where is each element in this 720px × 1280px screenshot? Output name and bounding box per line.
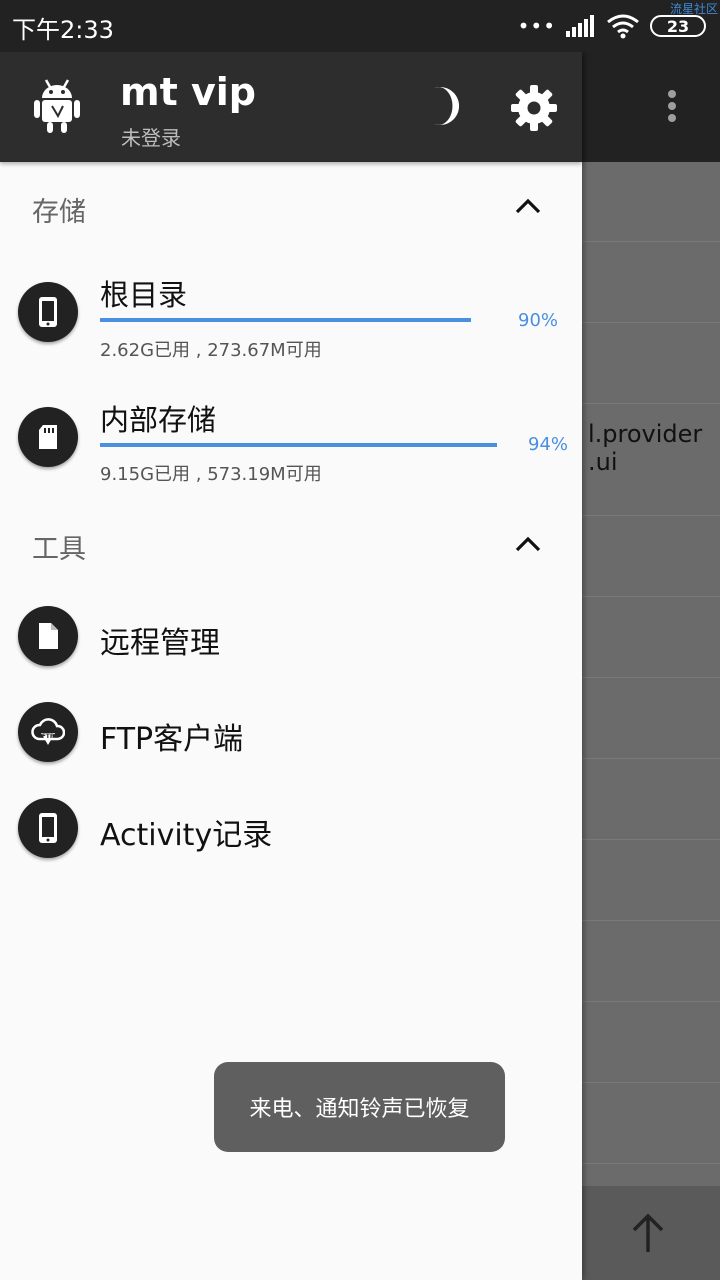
night-mode-moon-icon[interactable] xyxy=(420,84,464,128)
toast-text: 来电、通知铃声已恢复 xyxy=(249,1097,470,1122)
background-list-row[interactable] xyxy=(580,1002,720,1083)
storage-progress-bar xyxy=(100,443,522,447)
settings-gear-icon[interactable] xyxy=(510,84,558,132)
login-status[interactable]: 未登录 xyxy=(121,122,181,151)
chevron-up-icon[interactable] xyxy=(514,534,542,554)
storage-item-title: 根目录 xyxy=(100,278,188,312)
wifi-icon xyxy=(607,14,639,39)
arrow-up-icon[interactable] xyxy=(628,1212,668,1256)
svg-text:FTP: FTP xyxy=(42,733,55,740)
phone-icon xyxy=(18,798,78,858)
phone-icon xyxy=(18,282,78,342)
ftp-cloud-icon: FTP xyxy=(18,702,78,762)
background-list-text: l.provider xyxy=(588,420,703,448)
status-bar: 下午2:33 流星社区 ••• 23 xyxy=(0,0,720,52)
storage-progress-fill xyxy=(100,443,497,447)
background-list-row[interactable] xyxy=(580,921,720,1002)
android-logo-icon xyxy=(34,79,80,133)
storage-usage-text: 2.62G已用 , 273.67M可用 xyxy=(100,340,322,361)
storage-progress-bar xyxy=(100,318,512,322)
signal-icon xyxy=(566,15,594,37)
background-list-row[interactable] xyxy=(580,1083,720,1164)
app-name: mt vip xyxy=(120,70,256,114)
background-list-row[interactable] xyxy=(580,678,720,759)
tool-item-label: FTP客户端 xyxy=(100,722,244,757)
storage-percent-label: 90% xyxy=(518,310,559,331)
background-list-row[interactable] xyxy=(580,162,720,242)
background-list-row[interactable] xyxy=(580,597,720,678)
storage-progress-fill xyxy=(100,318,471,322)
storage-percent-label: 94% xyxy=(528,434,569,455)
background-list-row[interactable] xyxy=(580,840,720,921)
sd-card-icon xyxy=(18,407,78,467)
background-list-row[interactable] xyxy=(580,323,720,404)
chevron-up-icon[interactable] xyxy=(514,196,542,216)
background-list-row[interactable] xyxy=(580,242,720,323)
notification-dots-icon: ••• xyxy=(517,14,556,38)
storage-section-title: 存储 xyxy=(32,197,86,228)
tool-item-label: Activity记录 xyxy=(100,818,273,853)
file-icon xyxy=(18,606,78,666)
background-list-row[interactable] xyxy=(580,759,720,840)
status-icons: ••• 23 xyxy=(518,10,706,42)
more-vert-icon[interactable] xyxy=(658,86,686,126)
battery-icon: 23 xyxy=(650,15,706,37)
storage-item-title: 内部存储 xyxy=(100,403,217,437)
tool-item-label: 远程管理 xyxy=(100,626,220,661)
status-time: 下午2:33 xyxy=(12,16,114,44)
drawer-header: mt vip 未登录 xyxy=(0,52,582,162)
background-list-text: .ui xyxy=(588,448,618,476)
storage-usage-text: 9.15G已用 , 573.19M可用 xyxy=(100,464,322,485)
tools-section-title: 工具 xyxy=(32,534,86,565)
battery-level: 23 xyxy=(666,16,690,36)
toast-message: 来电、通知铃声已恢复 xyxy=(214,1062,505,1152)
background-list-row[interactable] xyxy=(580,516,720,597)
